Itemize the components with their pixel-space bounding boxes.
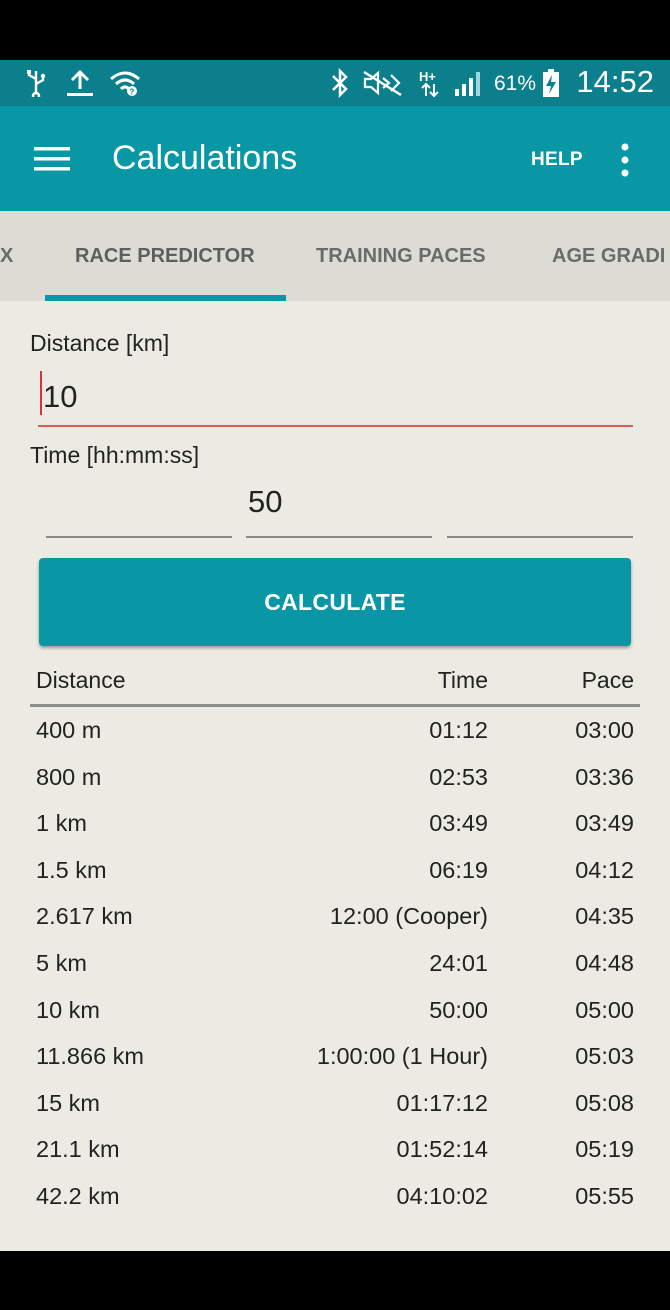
cell-distance: 21.1 km bbox=[36, 1136, 120, 1163]
wifi-icon: ? bbox=[108, 68, 142, 98]
cell-distance: 800 m bbox=[36, 763, 102, 790]
time-hours-field[interactable] bbox=[46, 474, 232, 538]
header-distance: Distance bbox=[36, 667, 126, 693]
time-seconds-field[interactable] bbox=[447, 474, 633, 538]
cell-pace: 04:12 bbox=[575, 856, 634, 883]
bluetooth-icon bbox=[328, 68, 352, 98]
mute-icon bbox=[361, 68, 405, 98]
cell-pace: 04:48 bbox=[575, 949, 634, 976]
usb-icon bbox=[24, 68, 48, 98]
distance-input[interactable]: 10 bbox=[38, 361, 633, 427]
cell-time: 24:01 bbox=[429, 949, 488, 976]
network-hplus-icon: H+ bbox=[417, 68, 445, 98]
svg-text:?: ? bbox=[130, 88, 135, 97]
cell-time: 50:00 bbox=[429, 996, 488, 1023]
cell-distance: 1 km bbox=[36, 810, 87, 837]
tab-race-predictor[interactable]: RACE PREDICTOR bbox=[75, 245, 255, 268]
cell-pace: 05:55 bbox=[575, 1182, 634, 1209]
cell-pace: 05:03 bbox=[575, 1043, 634, 1070]
table-row: 1 km 03:49 03:49 bbox=[30, 800, 640, 847]
table-header: Distance Time Pace bbox=[30, 656, 640, 707]
cell-time: 03:49 bbox=[429, 810, 488, 837]
calculate-button[interactable]: CALCULATE bbox=[39, 558, 631, 646]
clock: 14:52 bbox=[576, 64, 654, 99]
cell-time: 12:00 (Cooper) bbox=[329, 903, 488, 930]
cell-distance: 1.5 km bbox=[36, 856, 107, 883]
cell-time: 02:53 bbox=[429, 763, 488, 790]
hamburger-menu-icon[interactable] bbox=[34, 144, 70, 174]
cell-distance: 2.617 km bbox=[36, 903, 133, 930]
app-bar: Calculations HELP bbox=[0, 106, 670, 211]
cell-time: 1:00:00 (1 Hour) bbox=[316, 1043, 488, 1070]
signal-icon bbox=[452, 68, 486, 98]
header-pace: Pace bbox=[581, 667, 634, 693]
cell-pace: 03:49 bbox=[575, 810, 634, 837]
table-row: 42.2 km 04:10:02 05:55 bbox=[30, 1173, 640, 1220]
cell-time: 04:10:02 bbox=[396, 1182, 488, 1209]
time-label: Time [hh:mm:ss] bbox=[30, 442, 200, 468]
header-time: Time bbox=[437, 667, 488, 693]
help-button[interactable]: HELP bbox=[531, 149, 583, 171]
cell-pace: 05:00 bbox=[575, 996, 634, 1023]
cell-time: 01:52:14 bbox=[396, 1136, 488, 1163]
cell-time: 01:17:12 bbox=[396, 1089, 488, 1116]
more-vertical-icon[interactable] bbox=[612, 142, 638, 182]
distance-value: 10 bbox=[43, 379, 78, 414]
table-row: 800 m 02:53 03:36 bbox=[30, 754, 640, 801]
page-title: Calculations bbox=[112, 139, 298, 177]
table-row: 15 km 01:17:12 05:08 bbox=[30, 1080, 640, 1127]
table-row: 5 km 24:01 04:48 bbox=[30, 940, 640, 987]
table-row: 2.617 km 12:00 (Cooper) 04:35 bbox=[30, 893, 640, 940]
cell-distance: 10 km bbox=[36, 996, 100, 1023]
cell-pace: 03:00 bbox=[575, 717, 634, 743]
table-row: 10 km 50:00 05:00 bbox=[30, 987, 640, 1034]
cell-distance: 42.2 km bbox=[36, 1182, 120, 1209]
cell-distance: 15 km bbox=[36, 1089, 100, 1116]
cell-time: 01:12 bbox=[429, 717, 488, 743]
battery-charging-icon bbox=[540, 68, 562, 98]
results-table: Distance Time Pace 400 m 01:12 03:00 800 m 0… bbox=[30, 656, 640, 1220]
status-bar: ? H+ 61% 14:52 bbox=[0, 60, 670, 106]
table-row: 400 m 01:12 03:00 bbox=[30, 707, 640, 754]
battery-percent: 61% bbox=[494, 72, 537, 95]
table-row: 11.866 km 1:00:00 (1 Hour) 05:03 bbox=[30, 1033, 640, 1080]
tab-partial-left[interactable]: X bbox=[0, 245, 13, 268]
table-row: 1.5 km 06:19 04:12 bbox=[30, 847, 640, 894]
tab-age-grading[interactable]: AGE GRADI bbox=[552, 245, 665, 268]
svg-text:H+: H+ bbox=[419, 69, 436, 84]
cell-pace: 05:19 bbox=[575, 1136, 634, 1163]
cell-time: 06:19 bbox=[429, 856, 488, 883]
cell-distance: 11.866 km bbox=[36, 1043, 144, 1070]
race-predictor-panel: Distance [km] 10 Time [hh:mm:ss] 50 CALC… bbox=[0, 301, 670, 1251]
tab-training-paces[interactable]: TRAINING PACES bbox=[316, 245, 486, 268]
text-cursor bbox=[40, 371, 42, 415]
cell-pace: 03:36 bbox=[575, 763, 634, 790]
table-row: 21.1 km 01:52:14 05:19 bbox=[30, 1126, 640, 1173]
cell-distance: 400 m bbox=[36, 717, 102, 743]
cell-pace: 05:08 bbox=[575, 1089, 634, 1116]
upload-icon bbox=[64, 68, 96, 98]
cell-distance: 5 km bbox=[36, 949, 87, 976]
tab-bar: X RACE PREDICTOR TRAINING PACES AGE GRAD… bbox=[0, 211, 670, 301]
cell-pace: 04:35 bbox=[575, 903, 634, 930]
time-minutes-field[interactable]: 50 bbox=[246, 474, 432, 538]
distance-label: Distance [km] bbox=[30, 330, 170, 356]
